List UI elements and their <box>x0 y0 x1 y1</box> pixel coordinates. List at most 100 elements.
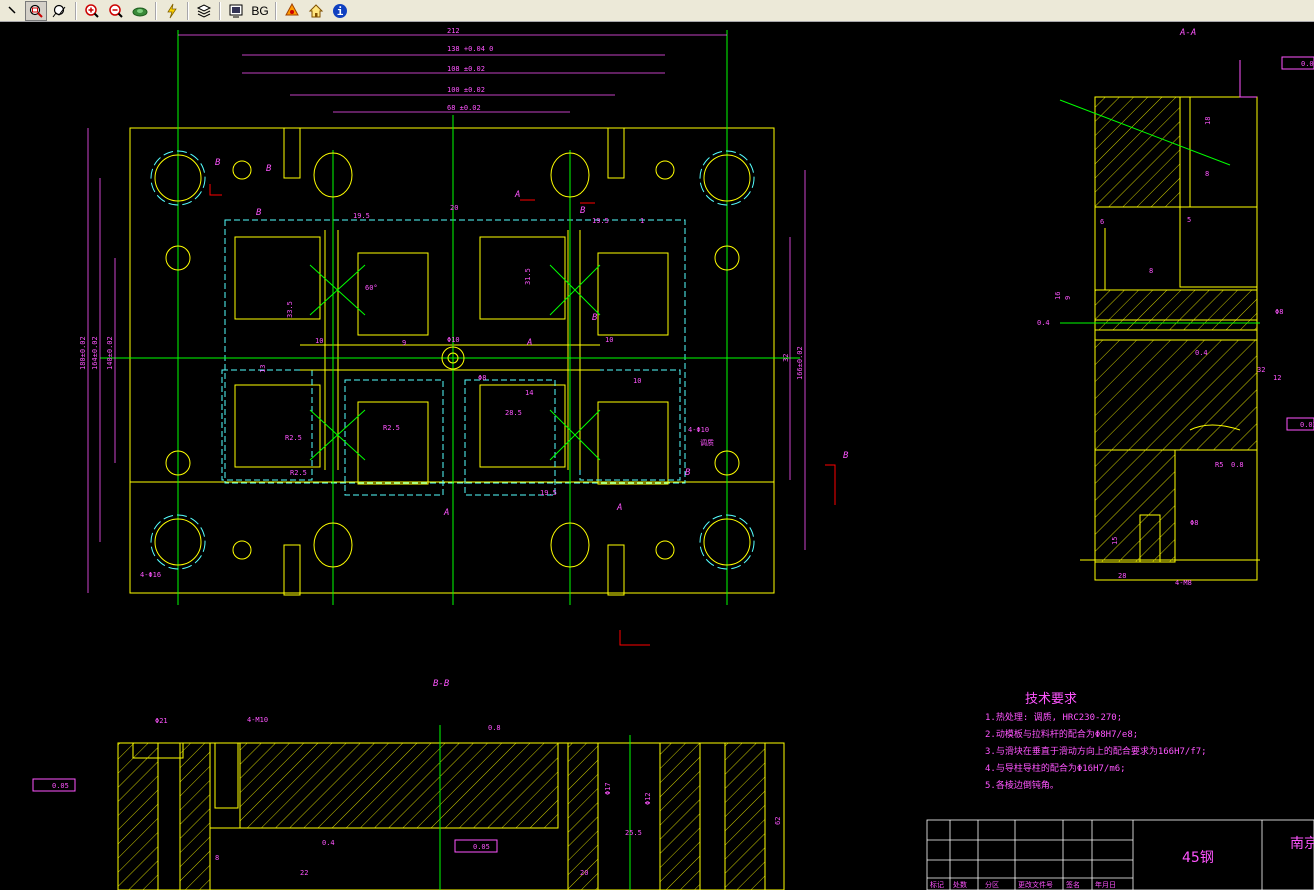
dimension-label: 22 <box>300 869 308 877</box>
plate-outline <box>129 127 775 594</box>
dimension-label: 28.5 <box>505 409 522 417</box>
section-aa-view: A-A <box>1059 28 1314 581</box>
regenerate-button[interactable] <box>161 1 183 21</box>
dimension-label: 20 <box>580 869 588 877</box>
dimension-label: 212 <box>447 27 460 35</box>
section-cut-label: A <box>514 190 520 200</box>
dimension-label: 0.4 <box>322 839 335 847</box>
dimension-label: 0.05 <box>473 843 490 851</box>
toolbar-separator <box>275 1 277 20</box>
drawing-canvas[interactable]: 212 138 +0.04 0 108 ±0.02 100 ±0.02 68 ±0.02… <box>0 22 1314 890</box>
dimension-label: 32 <box>1257 366 1265 374</box>
zoom-in-button[interactable] <box>81 1 103 21</box>
dimension-label: 108 ±0.02 <box>447 65 485 73</box>
dimension-label: 164±0.02 <box>91 336 99 370</box>
section-cut-label: B <box>592 313 598 323</box>
dimension-label: 0.05 <box>52 782 69 790</box>
print-button[interactable] <box>281 1 303 21</box>
dimension-label: 0.4 <box>1195 349 1208 357</box>
toolbar-separator <box>155 1 157 20</box>
technical-requirements: 技术要求 1.热处理: 调质, HRC230-270; 2.动模板与拉料杆的配合为… <box>985 692 1207 791</box>
dimension-label: 25.5 <box>625 829 642 837</box>
dimension-label: 0.4 <box>1037 319 1050 327</box>
dimension-label: 4-Φ16 <box>140 571 161 579</box>
info-button[interactable]: i <box>329 1 351 21</box>
display-button[interactable] <box>225 1 247 21</box>
section-cut-labels: A A A A B B B B B B B <box>215 158 849 518</box>
title-block-header: 标记 <box>930 880 944 889</box>
dimension-label: R2.5 <box>290 469 307 477</box>
section-cut-label: A <box>443 508 449 518</box>
dimension-label: 140±0.02 <box>106 336 114 370</box>
dimension-label: 13 <box>259 365 267 373</box>
pan-tool-button[interactable] <box>1 1 23 21</box>
printer-icon <box>285 2 299 15</box>
material-label: 45钢 <box>1182 850 1214 866</box>
title-block-header: 分区 <box>985 880 999 889</box>
monitor-icon <box>229 4 243 17</box>
dimension-label: 60° <box>365 284 378 292</box>
dimension-label: 19.5 <box>540 489 557 497</box>
dimension-label: R2.5 <box>383 424 400 432</box>
section-cut-label: A <box>616 503 622 513</box>
zoom-window-icon <box>29 4 43 18</box>
title-block: 45钢 南京 标记 处数 分区 更改文件号 签名 年月日 <box>926 819 1314 890</box>
dimension-label: 32 <box>782 354 790 362</box>
plan-view-dimensions: 212 138 +0.04 0 108 ±0.02 100 ±0.02 68 ±0.02… <box>79 27 804 579</box>
section-cut-label: A <box>526 338 532 348</box>
dimension-label: 8 <box>1205 170 1209 178</box>
dimension-label: Φ17 <box>604 782 612 795</box>
dimension-label: 4-Φ10 <box>688 426 709 434</box>
dimension-label: 10 <box>605 336 613 344</box>
zoom-window-button[interactable] <box>25 0 47 21</box>
dimension-label: Φ8 <box>1275 308 1283 316</box>
home-button[interactable] <box>305 1 327 21</box>
dimension-label: 0.8 <box>1231 461 1244 469</box>
dimension-label: 9 <box>402 339 406 347</box>
dimension-label: 14 <box>525 389 533 397</box>
layers-icon <box>196 3 212 18</box>
section-cut-label: B <box>256 208 262 218</box>
dimension-label: Φ8 <box>1190 519 1198 527</box>
dimension-label: 9 <box>1064 296 1072 300</box>
dimension-label: 33.5 <box>286 301 294 318</box>
tech-note: 3.与滑块在垂直于滑动方向上的配合要求为166H7/f7; <box>985 745 1207 757</box>
cad-viewer-toolbar: BG i <box>0 0 1314 22</box>
dimension-label: 19.5 <box>353 212 370 220</box>
tech-note: 4.与导柱导柱的配合为Φ16H7/m6; <box>985 762 1126 774</box>
dimension-label: Φ8 <box>478 374 486 382</box>
pointer-icon <box>8 5 16 14</box>
zoom-extents-button[interactable] <box>129 1 151 21</box>
zoom-in-icon <box>85 3 99 18</box>
title-block-header: 处数 <box>953 880 967 889</box>
background-toggle-button[interactable]: BG <box>249 1 271 21</box>
dimension-label: 15 <box>1111 537 1119 545</box>
dimension-label: 10 <box>633 377 641 385</box>
dimension-label: Φ21 <box>155 717 168 725</box>
dimension-label: 1 <box>640 217 644 225</box>
zoom-extents-icon <box>132 7 148 16</box>
dimension-label: 12 <box>1273 374 1281 382</box>
section-cut-label: B <box>580 206 586 216</box>
toolbar-separator <box>187 1 189 20</box>
zoom-out-button[interactable] <box>105 1 127 21</box>
dimension-label: 6 <box>1100 218 1104 226</box>
section-cut-label: B <box>266 164 272 174</box>
dimension-label: Φ10 <box>447 336 460 344</box>
info-icon: i <box>333 3 347 18</box>
dimension-label: 8 <box>1149 267 1153 275</box>
dimension-label: 28 <box>1118 572 1126 580</box>
dimension-label: 0.02 <box>1301 60 1314 68</box>
dimension-label: 5 <box>1187 216 1191 224</box>
zoom-realtime-button[interactable] <box>49 1 71 21</box>
title-block-header: 更改文件号 <box>1018 880 1053 889</box>
layers-button[interactable] <box>193 1 215 21</box>
dimension-label: 10 <box>315 337 323 345</box>
tech-title: 技术要求 <box>1025 692 1077 707</box>
toolbar-separator <box>75 1 77 20</box>
tech-note: 1.热处理: 调质, HRC230-270; <box>985 711 1122 723</box>
section-bb-view: B-B <box>32 679 785 890</box>
section-cut-label: B <box>215 158 221 168</box>
dimension-label: 180±0.02 <box>79 336 87 370</box>
toolbar-separator <box>219 1 221 20</box>
